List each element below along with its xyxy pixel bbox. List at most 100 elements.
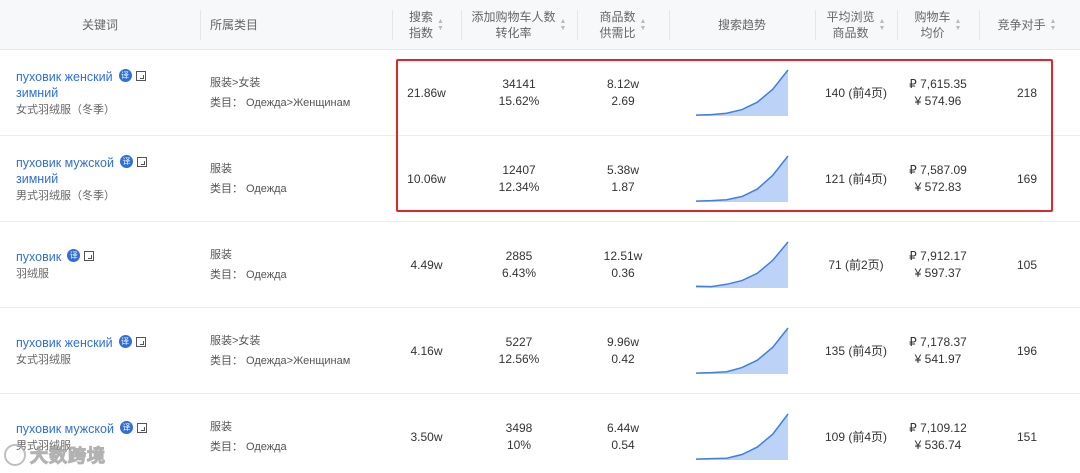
cart-count-value: 2885 [505,249,533,263]
keyword-wrap: пуховик мужской зимний 译 [16,155,147,187]
keyword-link-line[interactable]: пуховик женский [16,335,113,351]
watermark: 大数跨境 [4,440,144,470]
keyword-cell: пуховик женский зимний 译女式羽绒服（冬季） [16,50,196,136]
keyword-link-line[interactable]: зимний [16,171,114,187]
cart-rate-cell: 12407 12.34% [462,136,576,222]
search-index-cell: 4.49w [393,222,460,308]
header-divider [200,10,201,40]
header-category: 所属类目 [210,18,259,32]
header-competitors[interactable]: 竞争对手 ▲ ▼ [980,0,1074,50]
cart-rate-value: 12.34% [498,180,540,194]
keyword-link-line[interactable]: пуховик мужской [16,155,114,171]
search-trend-cell[interactable] [670,308,814,394]
competitors-value: 151 [1016,429,1038,444]
table-row[interactable]: пуховик женский 译女式羽绒服 服装>女装 类目： Одежда>Жен… [0,308,1080,394]
header-avg-browse[interactable]: 平均浏览 商品数 ▲ ▼ [816,0,896,50]
translate-icon[interactable]: 译 [119,155,133,168]
translate-icon[interactable]: 译 [119,421,133,434]
search-trend-cell[interactable] [670,136,814,222]
price-cny-value: ¥ 572.83 [914,180,962,194]
cart-price-cell: ₽ 7,178.37 ¥ 541.97 [898,308,978,394]
keyword-link-line[interactable]: пуховик женский [16,69,113,85]
search-trend-cell[interactable] [670,50,814,136]
category-cell: 服装 类目： Одежда [210,136,390,222]
table-row[interactable]: пуховик 译羽绒服 服装 类目： Одежда 4.49w 2885 6.43% 12.… [0,222,1080,308]
cart-rate-value: 6.43% [501,266,537,280]
keyword-link[interactable]: пуховик мужской зимний [16,155,114,187]
keyword-link[interactable]: пуховик мужской [16,421,114,437]
competitors-cell: 105 [980,222,1074,308]
price-rub-value: ₽ 7,178.37 [909,335,967,349]
cart-rate-cell: 5227 12.56% [462,308,576,394]
category-path: 服装>女装 [210,77,261,89]
items-count-value: 8.12w [606,77,640,91]
table-row[interactable]: пуховик женский зимний 译女式羽绒服（冬季） 服装>女装 类目： … [0,50,1080,136]
search-trend-sparkline[interactable] [692,240,792,290]
avg-browse-value: 135 (前4页) [824,343,888,358]
sort-icon[interactable]: ▲ ▼ [1050,18,1057,32]
translate-icon[interactable]: 译 [118,69,132,82]
copy-icon[interactable] [136,422,147,433]
price-cny-value: ¥ 597.37 [914,266,962,280]
translate-icon[interactable]: 译 [67,249,81,262]
keyword-link[interactable]: пуховик [16,249,61,265]
sort-icon[interactable]: ▲ ▼ [955,18,962,32]
search-trend-sparkline[interactable] [692,326,792,376]
search-trend-sparkline[interactable] [692,412,792,462]
price-cny-value: ¥ 574.96 [914,94,962,108]
price-cny-value: ¥ 541.97 [914,352,962,366]
keyword-table: 关键词 所属类目 搜索 指数 ▲ ▼ 添加购物车人数 转化率 ▲ ▼ 商品数 供需比 ▲ ▼… [0,0,1080,473]
items-count-value: 9.96w [606,335,640,349]
keyword-link-line[interactable]: пуховик [16,249,61,265]
header-cart-price[interactable]: 购物车 均价 ▲ ▼ [898,0,978,50]
keyword-link-line[interactable]: зимний [16,85,113,101]
category-ru: 类目： Одежда [210,269,287,281]
copy-icon[interactable] [135,336,146,347]
avg-browse-value: 121 (前4页) [824,171,888,186]
search-trend-cell[interactable] [670,222,814,308]
table-row[interactable]: пуховик мужской 译男式羽绒服 服装 类目： Одежда 3.50w 34… [0,394,1080,473]
copy-icon[interactable] [136,156,147,167]
translate-icon[interactable]: 译 [118,335,132,348]
header-search-trend: 搜索趋势 [717,18,766,32]
copy-icon[interactable] [84,250,95,261]
competitors-cell: 196 [980,308,1074,394]
category-path: 服装 [210,249,232,261]
header-supply-ratio[interactable]: 商品数 供需比 ▲ ▼ [578,0,668,50]
price-cny-value: ¥ 536.74 [914,438,962,452]
keyword-translation: 男式羽绒服（冬季） [16,190,115,202]
sort-icon[interactable]: ▲ ▼ [437,18,444,32]
price-rub-value: ₽ 7,615.35 [909,77,967,91]
cart-count-value: 12407 [502,163,536,177]
competitors-value: 196 [1016,343,1038,358]
trend-area [696,414,788,460]
keyword-actions: 译 [118,69,146,82]
table-row[interactable]: пуховик мужской зимний 译男式羽绒服（冬季） 服装 类目： Оде… [0,136,1080,222]
sort-icon[interactable]: ▲ ▼ [640,18,647,32]
search-trend-sparkline[interactable] [692,154,792,204]
category-ru: 类目： Одежда [210,441,287,453]
search-trend-sparkline[interactable] [692,68,792,118]
keyword-link-line[interactable]: пуховик мужской [16,421,114,437]
sort-icon[interactable]: ▲ ▼ [879,18,886,32]
keyword-link[interactable]: пуховик женский [16,335,113,351]
header-cart-rate[interactable]: 添加购物车人数 转化率 ▲ ▼ [462,0,576,50]
cart-price-cell: ₽ 7,587.09 ¥ 572.83 [898,136,978,222]
avg-browse-cell: 71 (前2页) [816,222,896,308]
search-trend-cell[interactable] [670,394,814,473]
avg-browse-cell: 109 (前4页) [816,394,896,473]
category-path: 服装>女装 [210,335,261,347]
header-search-index[interactable]: 搜索 指数 ▲ ▼ [393,0,460,50]
supply-cell: 9.96w 0.42 [578,308,668,394]
keyword-cell: пуховик мужской зимний 译男式羽绒服（冬季） [16,136,196,222]
supply-ratio-value: 0.54 [611,438,635,452]
supply-ratio-value: 0.36 [611,266,635,280]
search-index-cell: 10.06w [393,136,460,222]
avg-browse-cell: 121 (前4页) [816,136,896,222]
avg-browse-cell: 135 (前4页) [816,308,896,394]
items-count-value: 6.44w [606,421,640,435]
keyword-link[interactable]: пуховик женский зимний [16,69,113,101]
copy-icon[interactable] [135,70,146,81]
sort-icon[interactable]: ▲ ▼ [560,18,567,32]
avg-browse-value: 140 (前4页) [824,85,888,100]
